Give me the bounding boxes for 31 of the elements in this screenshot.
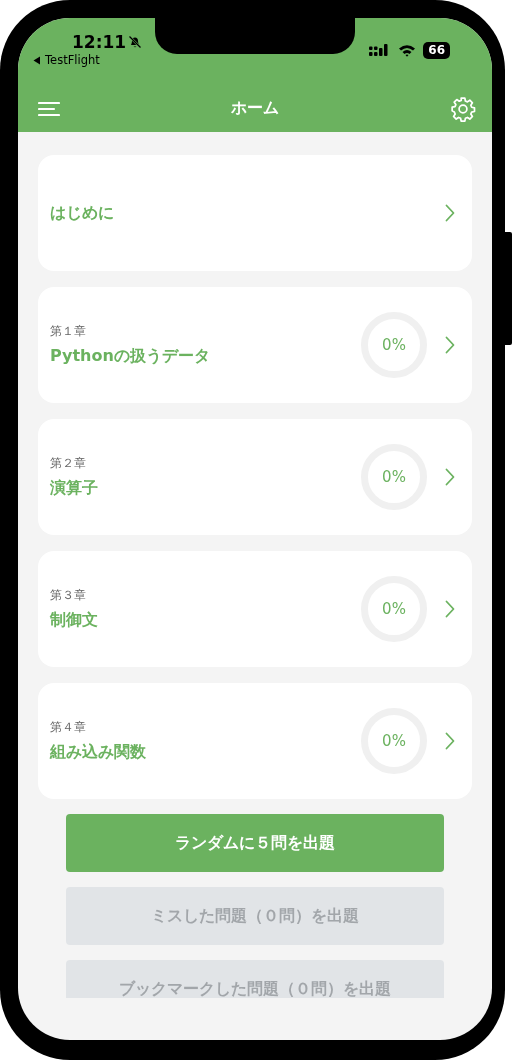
- chevron-right-icon: [445, 732, 455, 750]
- back-triangle-icon[interactable]: [33, 55, 41, 65]
- chapter-card[interactable]: 第４章 組み込み関数 0%: [38, 683, 472, 799]
- chapter-card[interactable]: 第３章 制御文 0%: [38, 551, 472, 667]
- chapter-number: 第１章: [50, 323, 86, 340]
- chapter-title: 演算子: [50, 478, 98, 499]
- chevron-right-icon: [445, 336, 455, 354]
- chapter-card[interactable]: 第１章 Pythonの扱うデータ 0%: [38, 287, 472, 403]
- status-time: 12:11: [72, 32, 127, 52]
- chapter-title: 組み込み関数: [50, 742, 146, 763]
- screen-title: ホーム: [231, 98, 279, 119]
- chapter-number: 第２章: [50, 455, 86, 472]
- chapter-title: はじめに: [50, 202, 114, 224]
- chapter-number: 第４章: [50, 719, 86, 736]
- chapter-title: Pythonの扱うデータ: [50, 346, 210, 367]
- bell-muted-icon: [128, 35, 143, 49]
- progress-percent: 0%: [382, 336, 406, 354]
- chapter-card[interactable]: 第２章 演算子 0%: [38, 419, 472, 535]
- menu-icon[interactable]: [38, 100, 60, 117]
- chapter-number: 第３章: [50, 587, 86, 604]
- chapter-title: 制御文: [50, 610, 98, 631]
- battery-level: 66: [423, 42, 450, 59]
- chevron-right-icon: [445, 468, 455, 486]
- wifi-icon: [398, 44, 417, 57]
- back-app-link[interactable]: TestFlight: [45, 53, 100, 67]
- chevron-right-icon: [445, 600, 455, 618]
- chevron-right-icon: [445, 204, 455, 222]
- progress-percent: 0%: [382, 468, 406, 486]
- progress-percent: 0%: [382, 600, 406, 618]
- progress-percent: 0%: [382, 732, 406, 750]
- settings-icon[interactable]: [450, 95, 476, 122]
